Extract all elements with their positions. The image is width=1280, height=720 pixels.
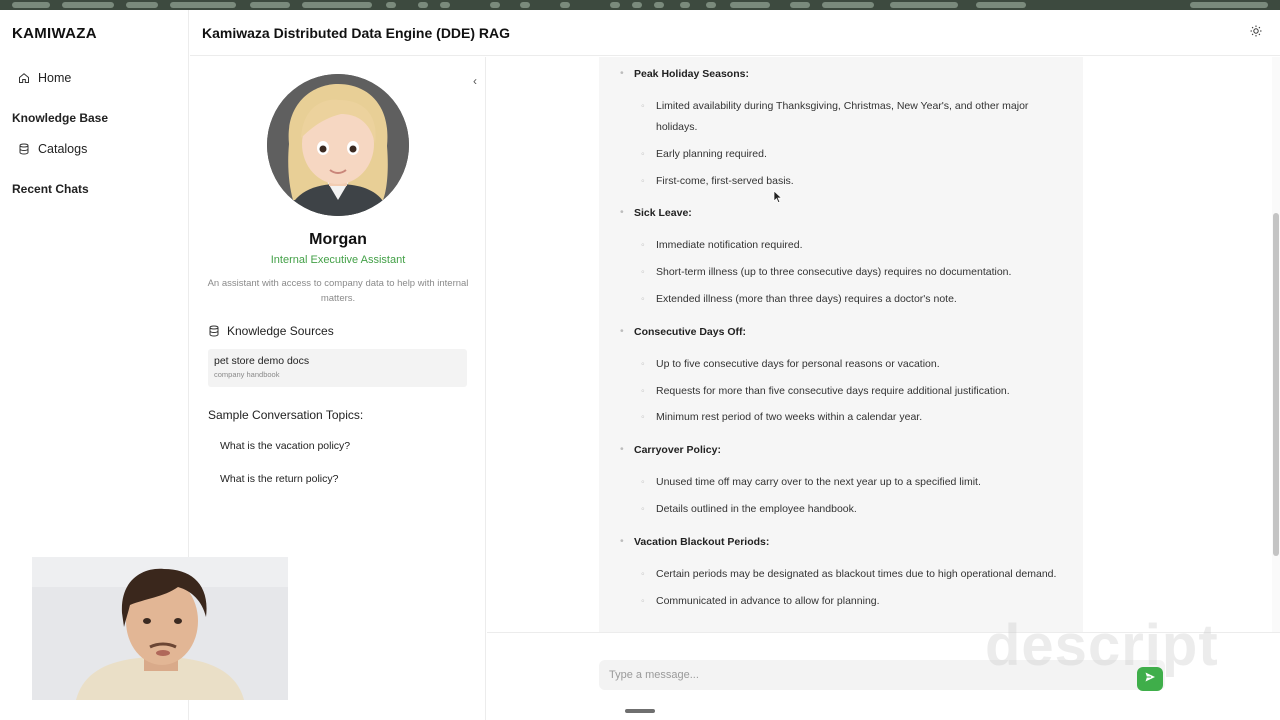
list-item: Requests for more than five consecutive … — [641, 381, 1066, 402]
message-section-heading: Vacation Blackout Periods: — [620, 535, 769, 548]
assistant-name: Morgan — [309, 231, 367, 248]
message-section-heading: Peak Holiday Seasons: — [620, 67, 749, 80]
list-item: Minimum rest period of two weeks within … — [641, 407, 1066, 428]
sample-topics-heading: Sample Conversation Topics: — [208, 408, 364, 422]
knowledge-source-title: pet store demo docs — [214, 355, 310, 367]
collapse-panel-button[interactable]: ‹ — [473, 75, 483, 87]
descript-watermark: descript — [985, 613, 1219, 678]
list-item: Early planning required. — [641, 144, 1066, 165]
list-item: Certain periods may be designated as bla… — [641, 564, 1066, 585]
browser-bookmarks-bar — [0, 0, 1280, 10]
avatar — [267, 74, 409, 216]
message-section-heading: Sick Leave: — [620, 206, 692, 219]
sidebar-item-label: Catalogs — [38, 142, 88, 156]
list-item: Extended illness (more than three days) … — [641, 289, 1066, 310]
knowledge-sources-label: Knowledge Sources — [227, 324, 334, 338]
mouse-cursor-icon — [773, 190, 783, 204]
assistant-message: Peak Holiday Seasons: Limited availabili… — [599, 57, 1083, 632]
list-item: Up to five consecutive days for personal… — [641, 354, 1066, 375]
list-item: Immediate notification required. — [641, 235, 1066, 256]
presenter-video-frame — [32, 557, 288, 700]
chat-scrollbar[interactable] — [1273, 213, 1279, 556]
list-item: Communicated in advance to allow for pla… — [641, 591, 1066, 612]
recent-chats-heading: Recent Chats — [12, 182, 89, 196]
knowledge-source-card[interactable]: pet store demo docs company handbook — [208, 349, 467, 387]
knowledge-base-heading: Knowledge Base — [12, 111, 109, 125]
sample-topic-vacation[interactable]: What is the vacation policy? — [220, 440, 350, 452]
brand-logo[interactable]: KAMIWAZA — [12, 25, 97, 42]
home-icon — [18, 72, 30, 84]
list-item: Details outlined in the employee handboo… — [641, 499, 1066, 520]
message-section-heading: Consecutive Days Off: — [620, 325, 746, 338]
sample-topic-return[interactable]: What is the return policy? — [220, 473, 338, 485]
home-indicator — [625, 709, 655, 713]
list-item: Unused time off may carry over to the ne… — [641, 472, 1066, 493]
knowledge-source-subtitle: company handbook — [214, 370, 280, 379]
assistant-description: An assistant with access to company data… — [207, 278, 469, 304]
page-title: Kamiwaza Distributed Data Engine (DDE) R… — [202, 25, 511, 41]
assistant-role: Internal Executive Assistant — [270, 254, 406, 266]
sidebar-item-label: Home — [38, 71, 72, 85]
database-icon — [208, 325, 220, 337]
list-item: Limited availability during Thanksgiving… — [641, 96, 1066, 138]
theme-toggle-button[interactable] — [1248, 25, 1264, 41]
chevron-left-icon: ‹ — [473, 74, 477, 88]
webcam-overlay — [32, 557, 288, 700]
list-item: First-come, first-served basis. — [641, 171, 1066, 192]
message-section-heading: Carryover Policy: — [620, 443, 721, 456]
sidebar-item-catalogs[interactable]: Catalogs — [12, 137, 177, 161]
chat-messages-area: Peak Holiday Seasons: Limited availabili… — [487, 57, 1280, 632]
sidebar-item-home[interactable]: Home — [12, 66, 177, 90]
database-icon — [18, 143, 30, 155]
knowledge-sources-heading: Knowledge Sources — [208, 324, 334, 338]
app-header: Kamiwaza Distributed Data Engine (DDE) R… — [190, 10, 1280, 56]
list-item: Short-term illness (up to three consecut… — [641, 262, 1066, 283]
sun-icon — [1250, 24, 1262, 42]
